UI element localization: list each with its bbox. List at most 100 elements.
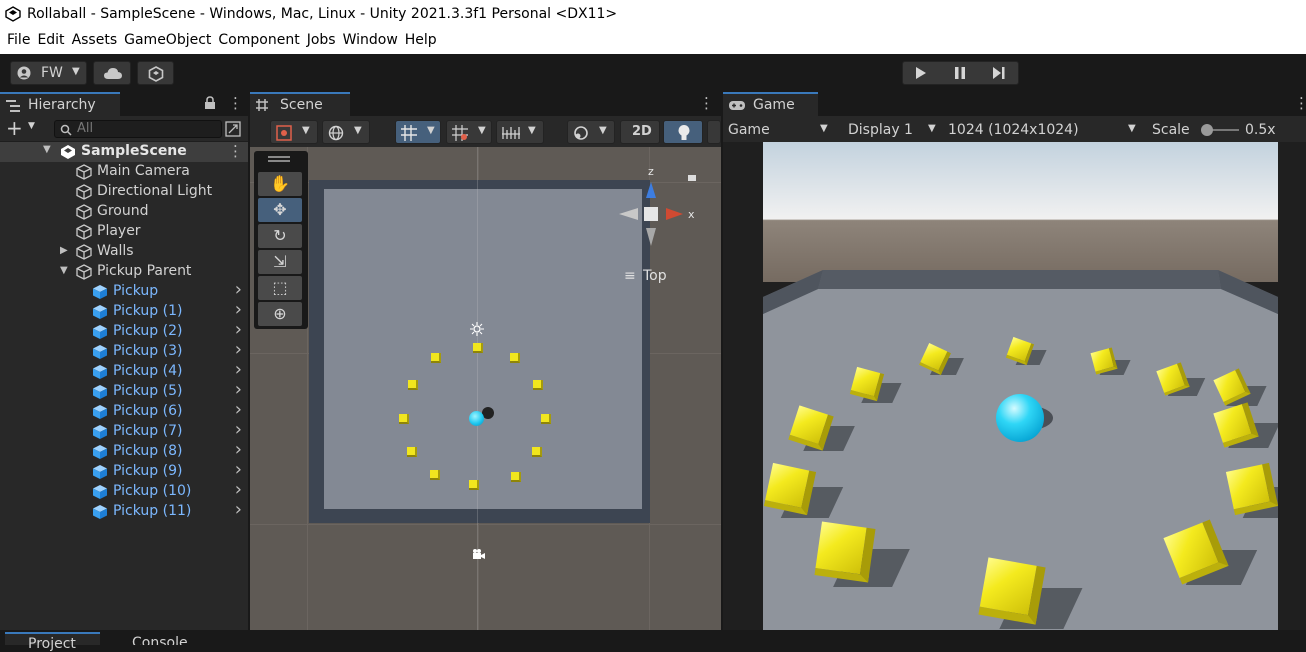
hierarchy-object-row[interactable]: ▼ Pickup Parent <box>0 262 248 282</box>
scene-visibility-icon[interactable] <box>225 121 241 137</box>
tab-scene[interactable]: Scene <box>250 92 350 116</box>
hierarchy-prefab-row[interactable]: Pickup (4) › <box>0 359 248 382</box>
open-prefab-chevron-icon[interactable]: › <box>235 459 242 480</box>
open-prefab-chevron-icon[interactable]: › <box>235 419 242 440</box>
pickup-marker <box>510 353 520 363</box>
snap-toggle[interactable]: ▼ <box>446 120 492 144</box>
open-prefab-chevron-icon[interactable]: › <box>235 299 242 320</box>
tab-project[interactable]: Project <box>5 632 100 652</box>
chevron-down-icon: ▼ <box>302 125 310 136</box>
hierarchy-prefab-row[interactable]: Pickup (1) › <box>0 299 248 322</box>
hierarchy-prefab-row[interactable]: Pickup (9) › <box>0 459 248 482</box>
transform-tool[interactable]: ⊕ <box>258 302 302 326</box>
open-prefab-chevron-icon[interactable]: › <box>235 319 242 340</box>
hierarchy-more-icon[interactable]: ⋮ <box>228 94 243 112</box>
hand-tool[interactable]: ✋ <box>258 172 302 196</box>
collapse-arrow-icon[interactable]: ▼ <box>60 265 68 276</box>
open-prefab-chevron-icon[interactable]: › <box>235 379 242 400</box>
game-more-icon[interactable]: ⋮ <box>1294 94 1306 112</box>
add-object-button[interactable]: + ▼ <box>6 116 42 140</box>
hierarchy-prefab-row[interactable]: Pickup (8) › <box>0 439 248 462</box>
audio-toggle[interactable] <box>707 120 721 144</box>
hierarchy-prefab-row[interactable]: Pickup (5) › <box>0 379 248 402</box>
prefab-cube-icon <box>93 505 107 519</box>
player-ball <box>996 394 1044 442</box>
tab-hierarchy[interactable]: Hierarchy <box>0 92 120 116</box>
collab-button[interactable] <box>137 61 174 85</box>
render-mode-dropdown[interactable]: ▼ <box>322 120 370 144</box>
open-prefab-chevron-icon[interactable]: › <box>235 499 242 520</box>
game-view-dropdown[interactable]: Game ▼ <box>728 117 836 143</box>
hierarchy-prefab-row[interactable]: Pickup (2) › <box>0 319 248 342</box>
menu-help[interactable]: Help <box>398 30 437 54</box>
expand-arrow-icon[interactable]: ▶ <box>60 245 68 256</box>
palette-handle[interactable] <box>268 156 290 158</box>
draw-mode-dropdown[interactable]: ▼ <box>270 120 318 144</box>
window-title: Rollaball - SampleScene - Windows, Mac, … <box>27 6 618 22</box>
menu-edit[interactable]: Edit <box>30 30 64 54</box>
hierarchy-object-row[interactable]: Directional Light <box>0 182 248 202</box>
scene-viewport[interactable]: z x ≡ Top <box>250 147 721 630</box>
hierarchy-scene-row[interactable]: ▼ SampleScene ⋮ <box>0 142 248 162</box>
pause-icon <box>955 67 965 79</box>
hierarchy-prefab-row[interactable]: Pickup (10) › <box>0 479 248 502</box>
hierarchy-prefab-row[interactable]: Pickup › <box>0 279 248 302</box>
rotate-icon: ↻ <box>273 226 287 245</box>
account-button[interactable]: FW ▼ <box>10 61 87 85</box>
expand-arrow-icon[interactable]: ▼ <box>43 144 51 155</box>
hierarchy-object-row[interactable]: Player <box>0 222 248 242</box>
open-prefab-chevron-icon[interactable]: › <box>235 339 242 360</box>
menu-window[interactable]: Window <box>336 30 398 54</box>
step-button[interactable] <box>981 62 1017 84</box>
scene-more-icon[interactable]: ⋮ <box>699 94 714 112</box>
lock-icon[interactable] <box>203 96 217 110</box>
open-prefab-chevron-icon[interactable]: › <box>235 279 242 300</box>
view-mode-menu-icon[interactable]: ≡ <box>624 268 636 284</box>
hierarchy-search-field[interactable]: All <box>54 120 222 138</box>
lighting-toggle[interactable] <box>663 120 703 144</box>
rect-tool[interactable]: ⬚ <box>258 276 302 300</box>
gizmo-lock-icon[interactable] <box>687 171 697 181</box>
game-viewport[interactable] <box>763 142 1278 630</box>
ground-plane <box>324 189 642 509</box>
mode-2d-label: 2D <box>632 124 652 139</box>
cloud-button[interactable] <box>93 61 131 85</box>
effects-dropdown[interactable]: ▼ <box>567 120 615 144</box>
hierarchy-object-row[interactable]: Ground <box>0 202 248 222</box>
open-prefab-chevron-icon[interactable]: › <box>235 479 242 500</box>
plus-icon: + <box>6 116 23 140</box>
play-button[interactable] <box>903 62 939 84</box>
rotate-tool[interactable]: ↻ <box>258 224 302 248</box>
scale-tool[interactable]: ⇲ <box>258 250 302 274</box>
view-mode-label[interactable]: Top <box>643 268 667 284</box>
scene-more-icon[interactable]: ⋮ <box>228 142 243 160</box>
hierarchy-prefab-row[interactable]: Pickup (6) › <box>0 399 248 422</box>
scale-slider-thumb[interactable] <box>1201 124 1213 136</box>
open-prefab-chevron-icon[interactable]: › <box>235 399 242 420</box>
tab-game[interactable]: Game <box>723 92 818 116</box>
prefab-cube-icon <box>93 445 107 459</box>
shading-icon <box>276 125 292 141</box>
hierarchy-object-row[interactable]: Main Camera <box>0 162 248 182</box>
open-prefab-chevron-icon[interactable]: › <box>235 359 242 380</box>
display-dropdown[interactable]: Display 1 ▼ <box>848 117 940 143</box>
increment-snap-dropdown[interactable]: ▼ <box>496 120 544 144</box>
pause-button[interactable] <box>942 62 978 84</box>
menu-jobs[interactable]: Jobs <box>300 30 336 54</box>
hierarchy-prefab-row[interactable]: Pickup (7) › <box>0 419 248 442</box>
open-prefab-chevron-icon[interactable]: › <box>235 439 242 460</box>
hierarchy-prefab-row[interactable]: Pickup (3) › <box>0 339 248 362</box>
menu-component[interactable]: Component <box>211 30 299 54</box>
tab-console[interactable]: Console <box>112 636 202 645</box>
hierarchy-prefab-row[interactable]: Pickup (11) › <box>0 499 248 522</box>
chevron-down-icon: ▼ <box>820 123 828 134</box>
resolution-dropdown[interactable]: 1024 (1024x1024) ▼ <box>948 117 1142 143</box>
menu-file[interactable]: File <box>0 30 30 54</box>
ruler-icon <box>502 127 520 139</box>
menu-gameobject[interactable]: GameObject <box>117 30 211 54</box>
grid-toggle[interactable]: ▼ <box>395 120 441 144</box>
hierarchy-object-row[interactable]: ▶ Walls <box>0 242 248 262</box>
move-tool[interactable]: ✥ <box>258 198 302 222</box>
menu-assets[interactable]: Assets <box>65 30 118 54</box>
mode-2d-toggle[interactable]: 2D <box>620 120 660 144</box>
